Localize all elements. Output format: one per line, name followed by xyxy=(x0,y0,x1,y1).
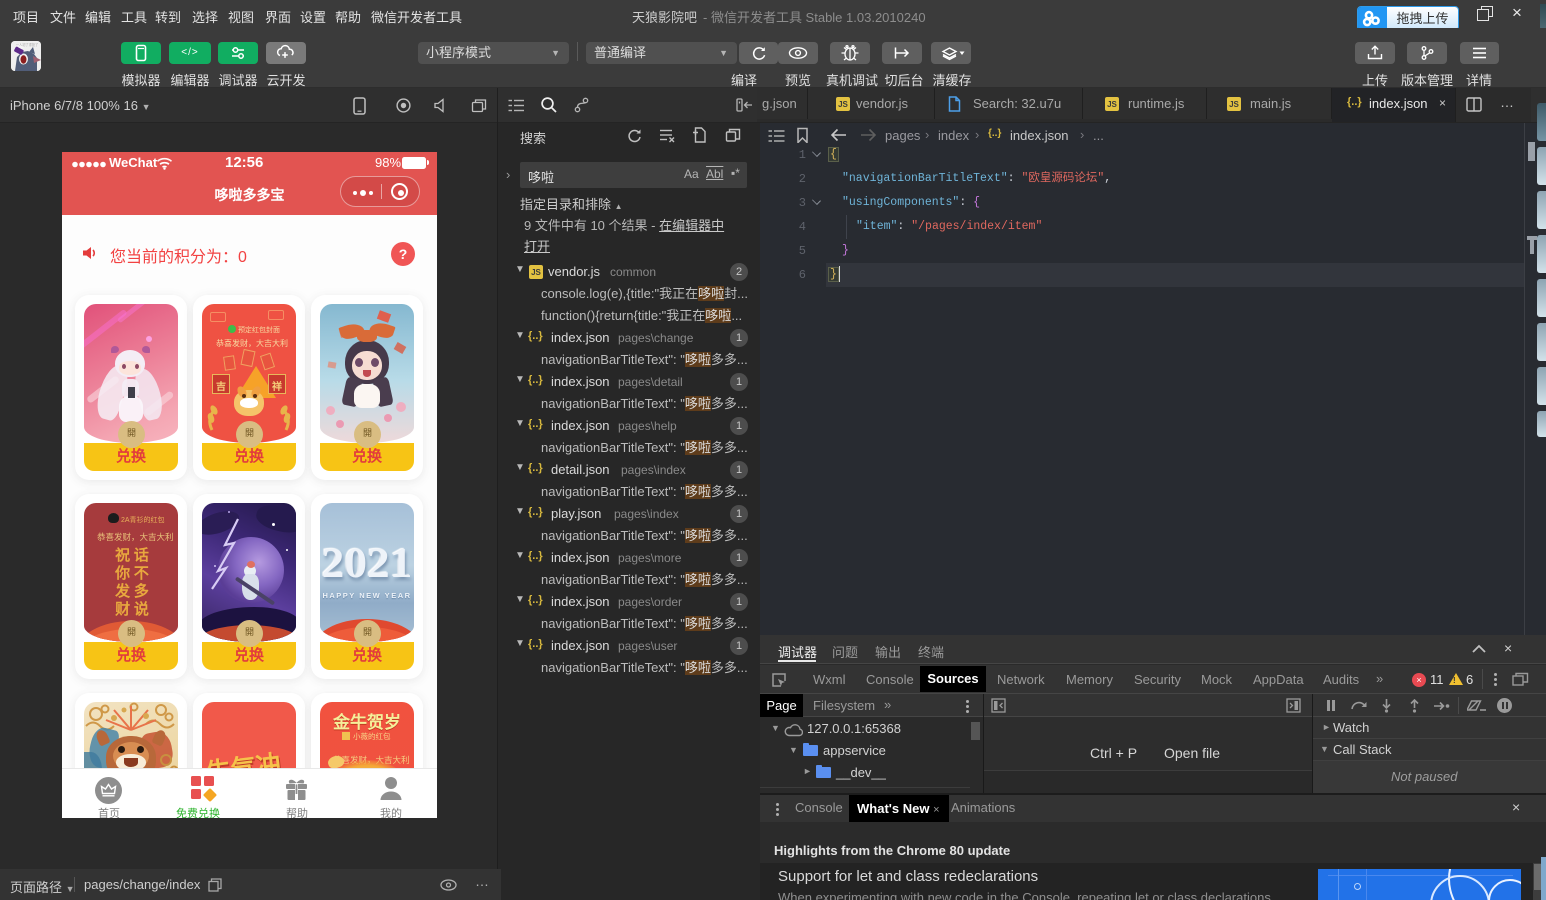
svg-text:一人初了重投了: 一人初了重投了 xyxy=(16,42,38,47)
